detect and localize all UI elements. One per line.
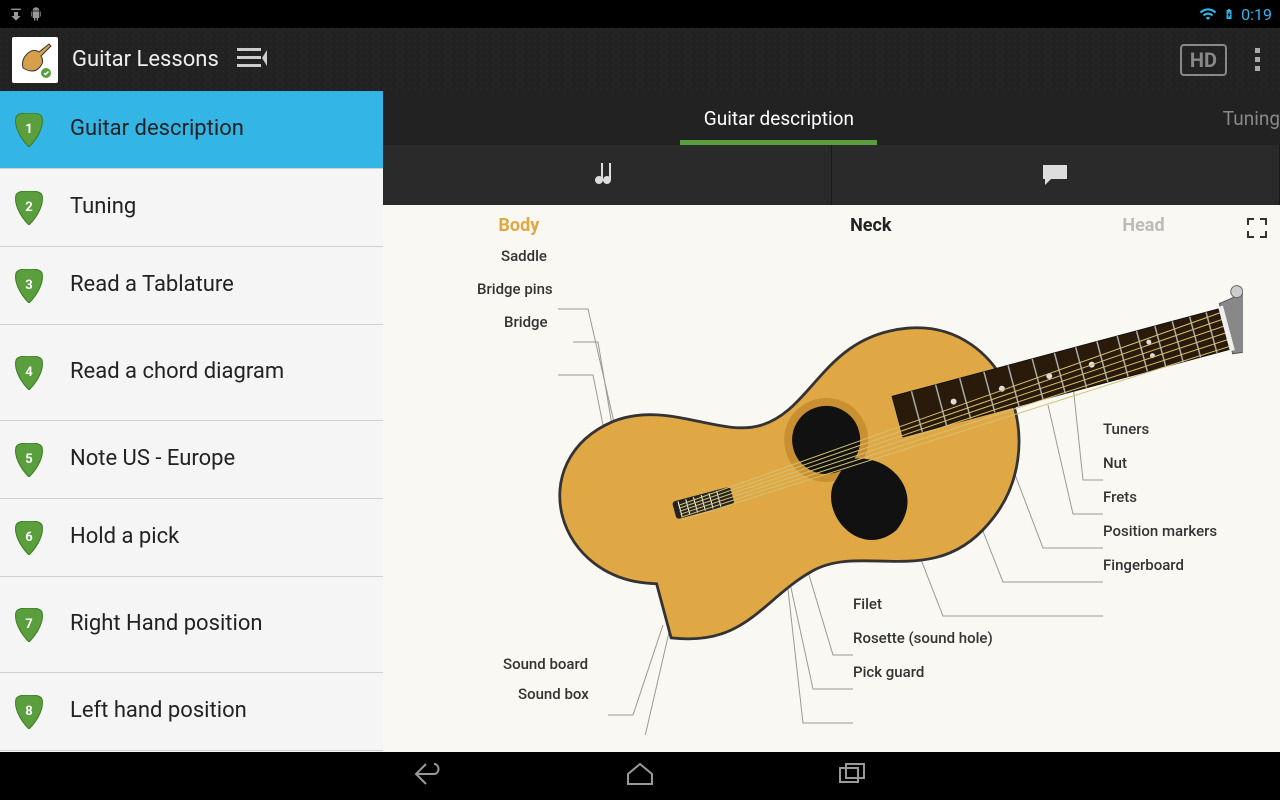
expand-button[interactable] (1246, 217, 1268, 243)
home-button[interactable] (624, 760, 656, 792)
sidebar-item-label: Guitar description (70, 116, 244, 142)
sidebar-item-label: Read a Tablature (70, 272, 234, 298)
sidebar-item-tablature[interactable]: 3 Read a Tablature (0, 247, 383, 325)
section-body: Body (498, 215, 539, 236)
sidebar-item-note-us-europe[interactable]: 5 Note US - Europe (0, 421, 383, 499)
back-button[interactable] (412, 760, 444, 792)
sidebar-item-label: Left hand position (70, 698, 247, 724)
tab-tuning[interactable]: Tuning (1175, 91, 1280, 145)
section-neck: Neck (850, 215, 891, 236)
app-icon[interactable] (12, 37, 58, 83)
android-icon (28, 6, 44, 22)
main-content: Guitar description Tuning Body Neck Head… (383, 91, 1280, 752)
sidebar-item-label: Read a chord diagram (70, 359, 284, 385)
tab-comments[interactable] (832, 145, 1280, 205)
lesson-sidebar[interactable]: 1 Guitar description 2 Tuning 3 Read a T… (0, 91, 383, 752)
download-icon (8, 6, 24, 22)
pick-icon: 3 (14, 269, 44, 303)
pick-icon: 4 (14, 356, 44, 390)
sidebar-item-label: Hold a pick (70, 524, 179, 550)
content-tabs: Guitar description Tuning (383, 91, 1280, 145)
sidebar-item-label: Right Hand position (70, 611, 263, 637)
sidebar-item-label: Tuning (70, 194, 136, 220)
pick-icon: 1 (14, 113, 44, 147)
sidebar-item-guitar-description[interactable]: 1 Guitar description (0, 91, 383, 169)
comment-icon (1041, 163, 1069, 187)
status-bar: 0:19 (0, 0, 1280, 28)
sub-tabs (383, 145, 1280, 205)
app-title: Guitar Lessons (72, 47, 219, 72)
list-toggle-button[interactable] (237, 46, 267, 74)
pick-icon: 8 (14, 695, 44, 729)
sidebar-item-chord-diagram[interactable]: 4 Read a chord diagram (0, 325, 383, 421)
pick-icon: 2 (14, 191, 44, 225)
music-note-icon (595, 161, 619, 189)
tab-lesson-content[interactable] (383, 145, 832, 205)
sidebar-item-tuning[interactable]: 2 Tuning (0, 169, 383, 247)
sidebar-item-label: Note US - Europe (70, 446, 235, 472)
battery-icon (1223, 5, 1235, 23)
wifi-icon (1199, 5, 1217, 23)
action-bar: Guitar Lessons HD (0, 28, 1280, 91)
guitar-diagram: Body Neck Head Saddle Bridge pins Bridge… (383, 205, 1280, 752)
android-nav-bar (0, 752, 1280, 800)
pick-icon: 6 (14, 521, 44, 555)
overflow-menu-button[interactable] (1247, 40, 1268, 79)
tab-guitar-description[interactable]: Guitar description (656, 91, 902, 145)
guitar-illustration (423, 255, 1243, 735)
sidebar-item-right-hand[interactable]: 7 Right Hand position (0, 577, 383, 673)
recents-button[interactable] (836, 760, 868, 792)
hd-button[interactable]: HD (1180, 44, 1227, 76)
clock: 0:19 (1241, 5, 1272, 24)
sidebar-item-hold-pick[interactable]: 6 Hold a pick (0, 499, 383, 577)
sidebar-item-left-hand[interactable]: 8 Left hand position (0, 673, 383, 751)
pick-icon: 7 (14, 608, 44, 642)
pick-icon: 5 (14, 443, 44, 477)
section-head: Head (1122, 215, 1164, 236)
